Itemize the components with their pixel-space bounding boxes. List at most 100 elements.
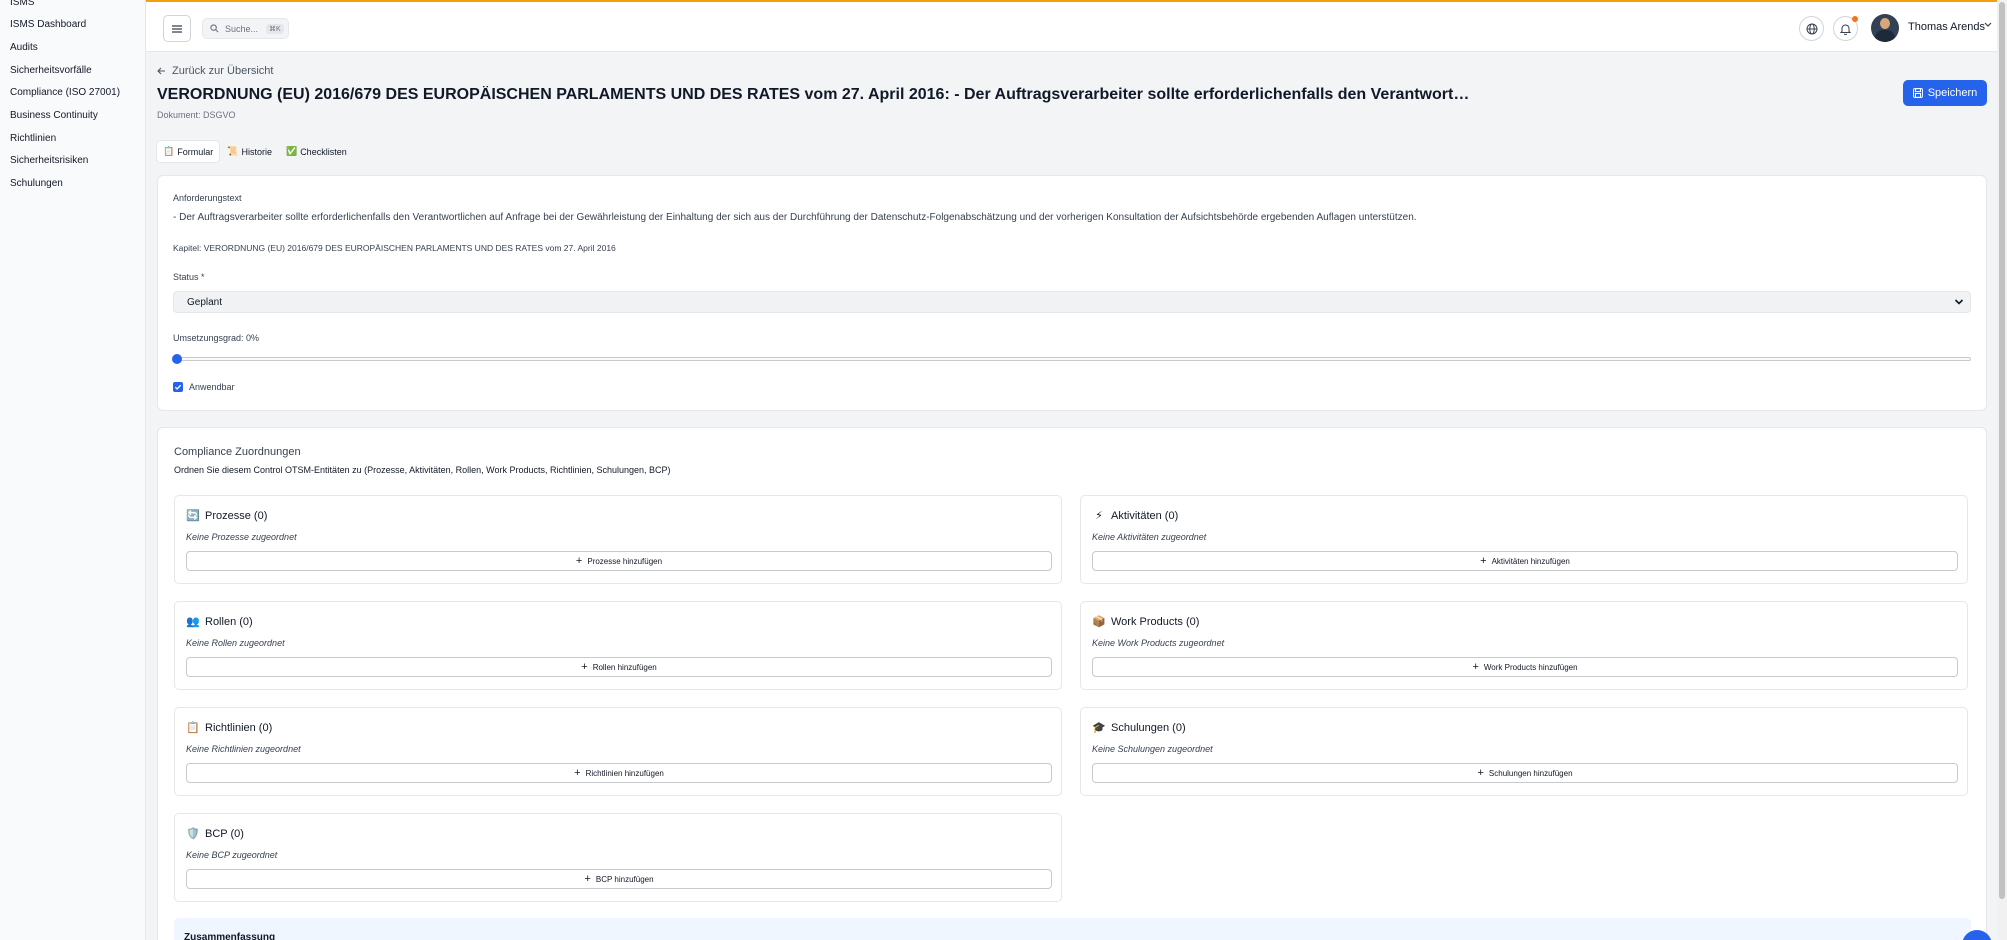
add-button-label: Rollen hinzufügen: [592, 662, 657, 672]
globe-icon: [1806, 23, 1817, 34]
people-icon: 👥: [186, 616, 200, 628]
entity-empty-text: Keine BCP zugeordnet: [186, 850, 278, 860]
tab-checklists[interactable]: ✅ Checklisten: [280, 141, 353, 162]
status-value: Geplant: [187, 296, 223, 308]
chevron-down-icon: [1954, 299, 1964, 305]
add-work-products-button[interactable]: + Work Products hinzufügen: [1092, 657, 1958, 677]
entity-title: Aktivitäten (0): [1111, 509, 1179, 522]
mappings-subtitle: Ordnen Sie diesem Control OTSM-Entitäten…: [174, 465, 671, 475]
sidebar: ISMS ISMS Dashboard Audits Sicherheitsvo…: [0, 0, 146, 940]
language-button[interactable]: [1799, 16, 1824, 41]
back-link[interactable]: Zurück zur Übersicht: [157, 65, 273, 77]
chevron-down-icon[interactable]: [1984, 22, 1992, 28]
save-button-label: Speichern: [1927, 87, 1978, 99]
sidebar-item-isms[interactable]: ISMS: [10, 0, 34, 8]
tab-form[interactable]: 📋 Formular: [157, 141, 220, 162]
tab-label: Historie: [241, 146, 272, 157]
add-button-label: Work Products hinzufügen: [1483, 662, 1578, 672]
entity-processes: 🔄 Prozesse (0) Keine Prozesse zugeordnet …: [174, 495, 1062, 584]
entity-title: Rollen (0): [205, 615, 253, 628]
entity-policies: 📋 Richtlinien (0) Keine Richtlinien zugeo…: [174, 707, 1062, 796]
applicable-label: Anwendbar: [189, 382, 235, 392]
summary-title: Zusammenfassung: [184, 932, 276, 940]
notification-dot: [1852, 16, 1858, 22]
status-label: Status *: [173, 272, 205, 282]
entity-empty-text: Keine Schulungen zugeordnet: [1092, 744, 1213, 754]
plus-icon: +: [584, 873, 591, 885]
page-scrollbar[interactable]: [1997, 0, 2007, 940]
entity-title: BCP (0): [205, 827, 244, 840]
save-button[interactable]: Speichern: [1903, 80, 1987, 106]
entity-empty-text: Keine Richtlinien zugeordnet: [186, 744, 301, 754]
plus-icon: +: [574, 767, 581, 779]
progress-label: Umsetzungsgrad: 0%: [173, 333, 260, 343]
check-icon: ✅: [285, 146, 298, 156]
add-processes-button[interactable]: + Prozesse hinzufügen: [186, 551, 1052, 571]
shield-icon: 🛡️: [186, 828, 200, 840]
tab-label: Checklisten: [300, 146, 347, 157]
slider-track: [173, 357, 1971, 361]
document-label: Dokument: DSGVO: [157, 110, 236, 120]
entity-activities: ⚡ Aktivitäten (0) Keine Aktivitäten zugeo…: [1080, 495, 1968, 584]
notifications-button[interactable]: [1833, 16, 1858, 41]
menu-icon: [172, 24, 182, 33]
search-input[interactable]: Suche... ⌘K: [202, 18, 289, 39]
add-policies-button[interactable]: + Richtlinien hinzufügen: [186, 763, 1052, 783]
entity-empty-text: Keine Work Products zugeordnet: [1092, 638, 1225, 648]
package-icon: 📦: [1092, 616, 1106, 628]
sidebar-item-audits[interactable]: Audits: [10, 42, 38, 53]
clipboard-icon: 📋: [163, 146, 175, 156]
progress-slider[interactable]: [172, 354, 1971, 364]
summary-section: Zusammenfassung: [174, 918, 1971, 940]
entity-bcp: 🛡️ BCP (0) Keine BCP zugeordnet + BCP hinz…: [174, 813, 1062, 902]
sidebar-item-isms-dashboard[interactable]: ISMS Dashboard: [10, 19, 86, 30]
entity-title: Prozesse (0): [205, 509, 268, 522]
requirement-text: - Der Auftragsverarbeiter sollte erforde…: [173, 212, 1417, 223]
checkmark-icon: [174, 384, 182, 390]
sidebar-item-incidents[interactable]: Sicherheitsvorfälle: [10, 65, 92, 76]
compliance-mappings-card: Compliance Zuordnungen Ordnen Sie diesem…: [157, 427, 1987, 940]
tab-label: Formular: [177, 146, 214, 157]
plus-icon: +: [575, 555, 583, 567]
user-name[interactable]: Thomas Arends: [1908, 21, 1985, 33]
graduation-cap-icon: 🎓: [1092, 722, 1106, 734]
lightning-icon: ⚡: [1095, 510, 1103, 522]
top-bar: Suche... ⌘K Thomas Arends: [146, 0, 2007, 52]
sidebar-item-security-risks[interactable]: Sicherheitsrisiken: [10, 155, 88, 166]
entity-title: Schulungen (0): [1111, 721, 1186, 734]
add-button-label: Aktivitäten hinzufügen: [1491, 556, 1570, 566]
entity-title: Work Products (0): [1111, 615, 1200, 628]
sidebar-item-policies[interactable]: Richtlinien: [10, 133, 56, 144]
sidebar-item-compliance[interactable]: Compliance (ISO 27001): [10, 87, 120, 98]
add-roles-button[interactable]: + Rollen hinzufügen: [186, 657, 1052, 677]
requirement-form-card: Anforderungstext - Der Auftragsverarbeit…: [157, 175, 1987, 411]
add-button-label: Prozesse hinzufügen: [587, 556, 663, 566]
sidebar-item-trainings[interactable]: Schulungen: [10, 178, 63, 189]
menu-toggle-button[interactable]: [163, 15, 191, 42]
search-icon: [210, 24, 219, 33]
plus-icon: +: [581, 661, 588, 673]
sidebar-item-business-continuity[interactable]: Business Continuity: [10, 110, 98, 121]
page-title: VERORDNUNG (EU) 2016/679 DES EUROPÄISCHE…: [157, 86, 1472, 103]
plus-icon: +: [1480, 555, 1487, 567]
user-avatar[interactable]: [1871, 14, 1899, 42]
applicable-checkbox[interactable]: [173, 382, 183, 392]
scroll-icon: 📜: [227, 146, 239, 156]
add-trainings-button[interactable]: + Schulungen hinzufügen: [1092, 763, 1958, 783]
search-placeholder: Suche...: [225, 23, 259, 34]
bell-icon: [1840, 24, 1851, 35]
status-select[interactable]: Geplant: [173, 291, 1971, 313]
add-activities-button[interactable]: + Aktivitäten hinzufügen: [1092, 551, 1958, 571]
entity-empty-text: Keine Prozesse zugeordnet: [186, 532, 297, 542]
save-icon: [1912, 88, 1923, 98]
entity-empty-text: Keine Aktivitäten zugeordnet: [1092, 532, 1207, 542]
add-button-label: BCP hinzufügen: [595, 874, 654, 884]
arrow-left-icon: [157, 67, 165, 75]
slider-thumb[interactable]: [172, 354, 182, 364]
entity-work-products: 📦 Work Products (0) Keine Work Products z…: [1080, 601, 1968, 690]
tab-history[interactable]: 📜 Historie: [221, 141, 278, 162]
add-bcp-button[interactable]: + BCP hinzufügen: [186, 869, 1052, 889]
entity-title: Richtlinien (0): [205, 721, 273, 734]
scrollbar-thumb[interactable]: [1999, 2, 2005, 899]
entity-roles: 👥 Rollen (0) Keine Rollen zugeordnet + Rol…: [174, 601, 1062, 690]
